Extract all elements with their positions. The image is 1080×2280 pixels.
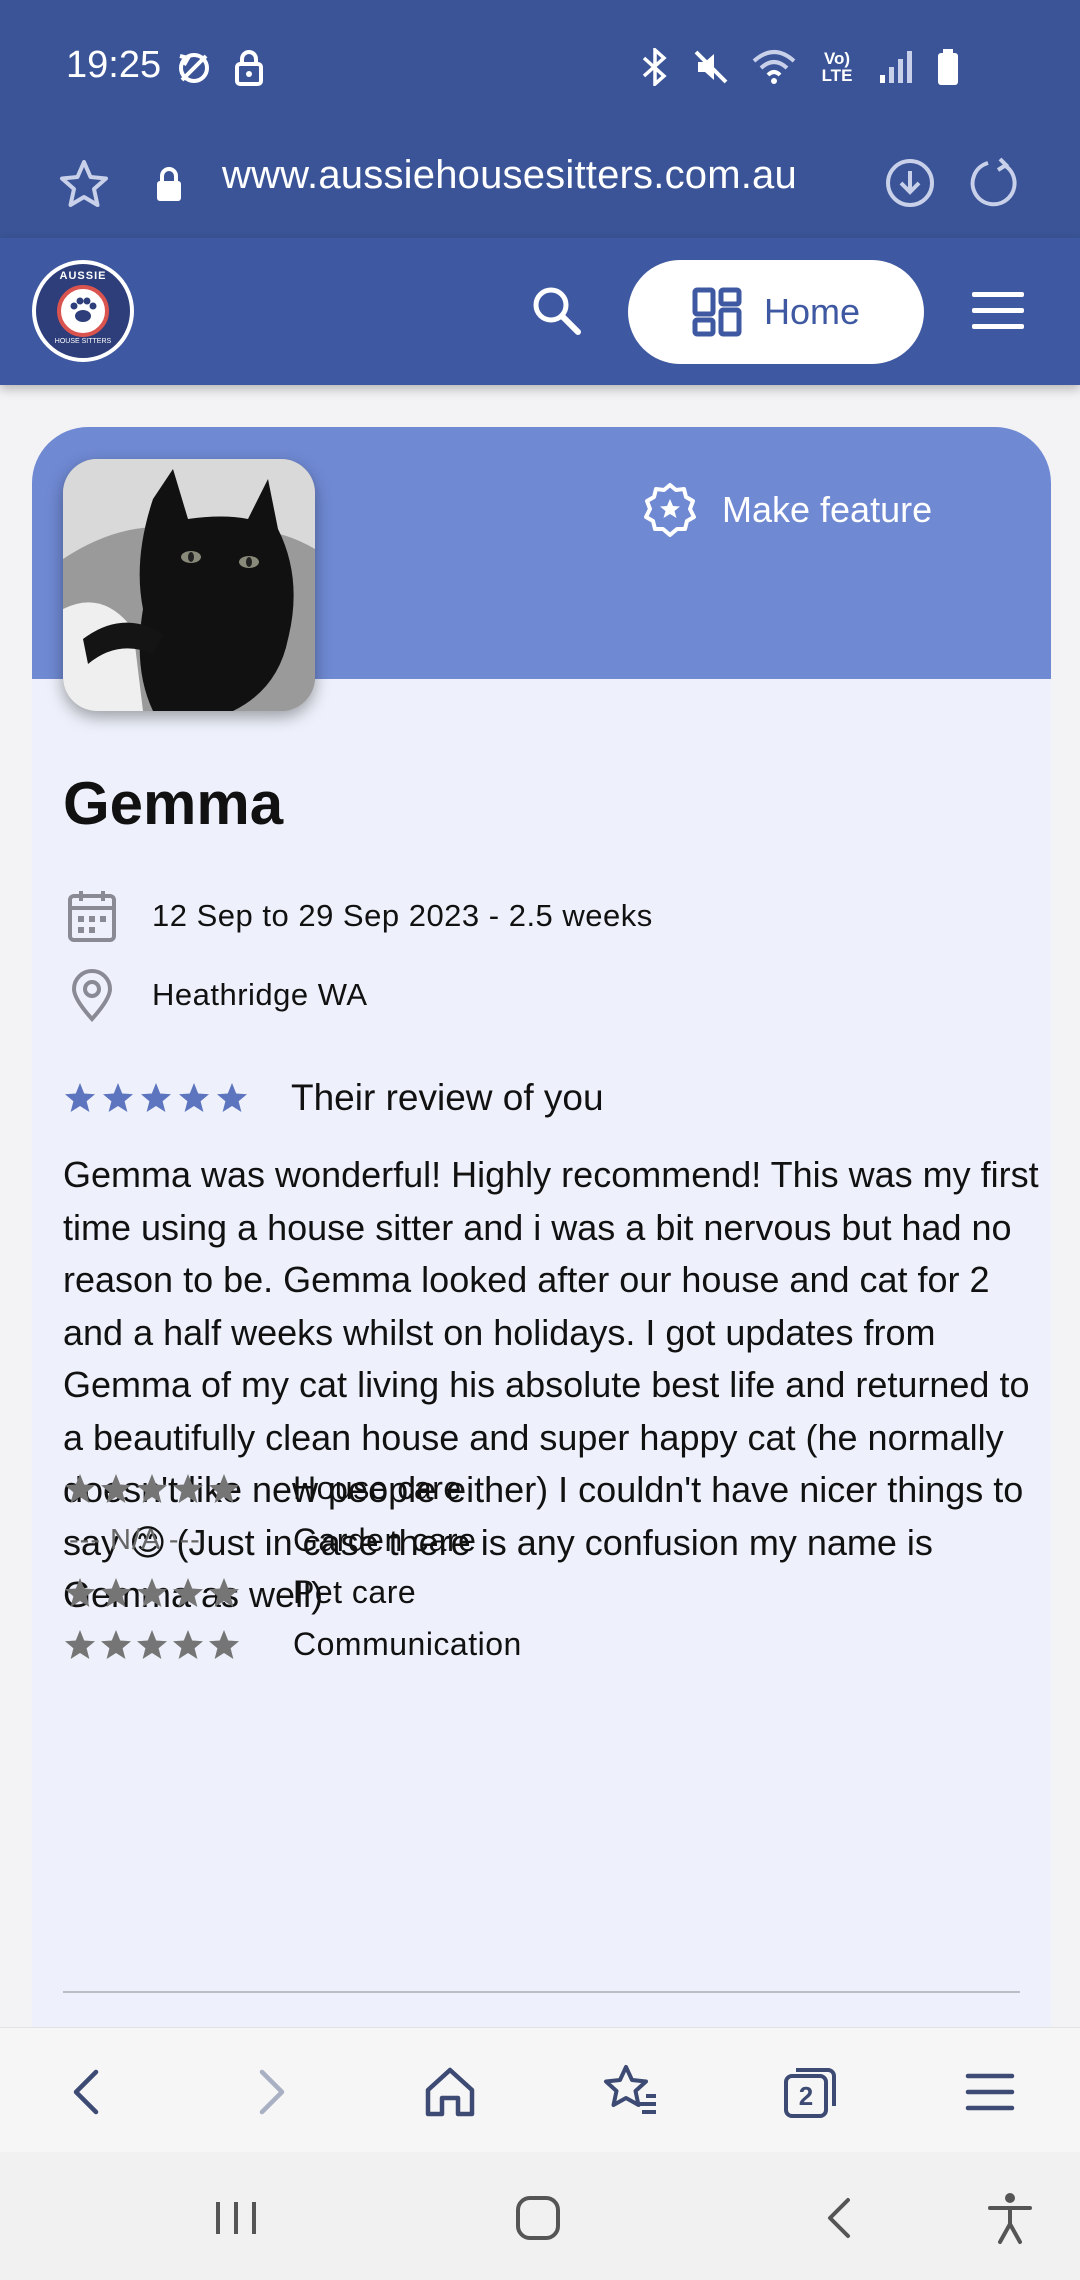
star-icon xyxy=(101,1629,131,1659)
star-icon xyxy=(137,1629,167,1659)
bookmarks-icon[interactable] xyxy=(600,2062,660,2122)
location-pin-icon xyxy=(71,969,113,1022)
star-icon xyxy=(173,1473,203,1503)
rating-stars xyxy=(63,1628,293,1662)
download-icon[interactable] xyxy=(882,155,938,211)
mute-icon xyxy=(694,50,728,84)
bluetooth-icon xyxy=(642,48,667,86)
star-icon xyxy=(103,1083,133,1112)
rating-na: --- N/A --- xyxy=(69,1524,201,1556)
forward-icon[interactable] xyxy=(240,2062,300,2122)
star-icon xyxy=(137,1577,167,1607)
logo-text-bottom: HOUSE SITTERS xyxy=(54,338,112,345)
star-icon xyxy=(209,1629,239,1659)
make-feature-button[interactable]: Make feature xyxy=(642,482,932,538)
star-icon xyxy=(65,1577,95,1607)
rating-label: Pet care xyxy=(293,1574,417,1610)
location-row: Heathridge WA xyxy=(66,967,368,1023)
status-left-icons xyxy=(174,48,266,88)
review-card: Make feature Gemma 12 Sep to 29 Sep 2023… xyxy=(32,427,1051,2027)
star-icon xyxy=(101,1577,131,1607)
star-icon xyxy=(65,1629,95,1659)
dates-text: 12 Sep to 29 Sep 2023 - 2.5 weeks xyxy=(152,898,653,933)
sitter-name: Gemma xyxy=(63,770,284,837)
divider xyxy=(63,1991,1020,1993)
star-icon xyxy=(209,1577,239,1607)
rating-row: Pet care xyxy=(63,1574,416,1611)
star-icon xyxy=(101,1473,131,1503)
site-logo[interactable]: AUSSIE HOUSE SITTERS xyxy=(32,260,134,362)
star-icon xyxy=(179,1083,209,1112)
signal-icon xyxy=(880,51,912,83)
review-stars xyxy=(63,1081,249,1115)
rating-row: House care xyxy=(63,1470,462,1507)
system-nav-bar xyxy=(0,2152,1080,2280)
wifi-icon xyxy=(752,50,796,84)
rating-stars xyxy=(63,1472,293,1506)
tab-count: 2 xyxy=(798,2081,814,2111)
search-icon[interactable] xyxy=(528,282,584,338)
star-icon xyxy=(209,1473,239,1503)
back-icon[interactable] xyxy=(810,2188,870,2248)
status-time: 19:25 xyxy=(66,44,162,86)
star-icon xyxy=(65,1473,95,1503)
star-icon xyxy=(173,1629,203,1659)
lock-icon xyxy=(235,50,263,86)
review-title: Their review of you xyxy=(291,1077,604,1118)
lock-icon xyxy=(157,167,181,201)
rating-stars xyxy=(63,1576,293,1610)
bookmark-star-icon[interactable] xyxy=(56,157,112,213)
calendar-icon xyxy=(68,891,116,942)
reload-icon[interactable] xyxy=(966,155,1022,211)
dashboard-icon xyxy=(692,287,742,337)
home-button[interactable]: Home xyxy=(628,260,924,364)
url-text[interactable]: www.aussiehousesitters.com.au xyxy=(222,153,797,198)
badge-star-icon xyxy=(644,483,696,537)
back-icon[interactable] xyxy=(58,2062,118,2122)
accessibility-icon[interactable] xyxy=(980,2188,1040,2248)
dates-row: 12 Sep to 29 Sep 2023 - 2.5 weeks xyxy=(66,888,653,944)
star-icon xyxy=(217,1083,247,1112)
battery-icon xyxy=(938,49,958,85)
address-bar: www.aussiehousesitters.com.au xyxy=(0,135,1080,238)
star-icon xyxy=(65,1083,95,1112)
star-icon xyxy=(141,1083,171,1112)
make-feature-label: Make feature xyxy=(722,489,933,530)
volte-icon: Vo) LTE xyxy=(821,49,853,85)
recents-icon[interactable] xyxy=(206,2188,266,2248)
home-icon[interactable] xyxy=(420,2062,480,2122)
tabs-button[interactable]: 2 xyxy=(780,2062,840,2122)
star-icon xyxy=(173,1577,203,1607)
hamburger-menu-icon[interactable] xyxy=(970,288,1026,334)
browser-toolbar: 2 xyxy=(0,2027,1080,2152)
rating-row: Communication xyxy=(63,1626,522,1663)
home-button-label: Home xyxy=(763,291,861,332)
sync-icon xyxy=(179,53,209,83)
home-icon[interactable] xyxy=(508,2188,568,2248)
rating-label: Communication xyxy=(293,1626,522,1662)
site-header: AUSSIE HOUSE SITTERS Home xyxy=(0,238,1080,385)
rating-label: House care xyxy=(293,1470,462,1506)
star-icon xyxy=(137,1473,167,1503)
status-bar: 19:25 Vo) LTE xyxy=(0,0,1080,135)
profile-photo[interactable] xyxy=(63,459,315,711)
rating-label: Garden care xyxy=(293,1522,477,1558)
rating-row: --- N/A --- Garden care xyxy=(63,1522,476,1559)
review-header: Their review of you xyxy=(63,1077,604,1119)
menu-icon[interactable] xyxy=(960,2062,1020,2122)
status-right-icons: Vo) LTE xyxy=(640,48,960,86)
logo-text-top: AUSSIE xyxy=(59,270,107,282)
location-text: Heathridge WA xyxy=(152,977,368,1012)
